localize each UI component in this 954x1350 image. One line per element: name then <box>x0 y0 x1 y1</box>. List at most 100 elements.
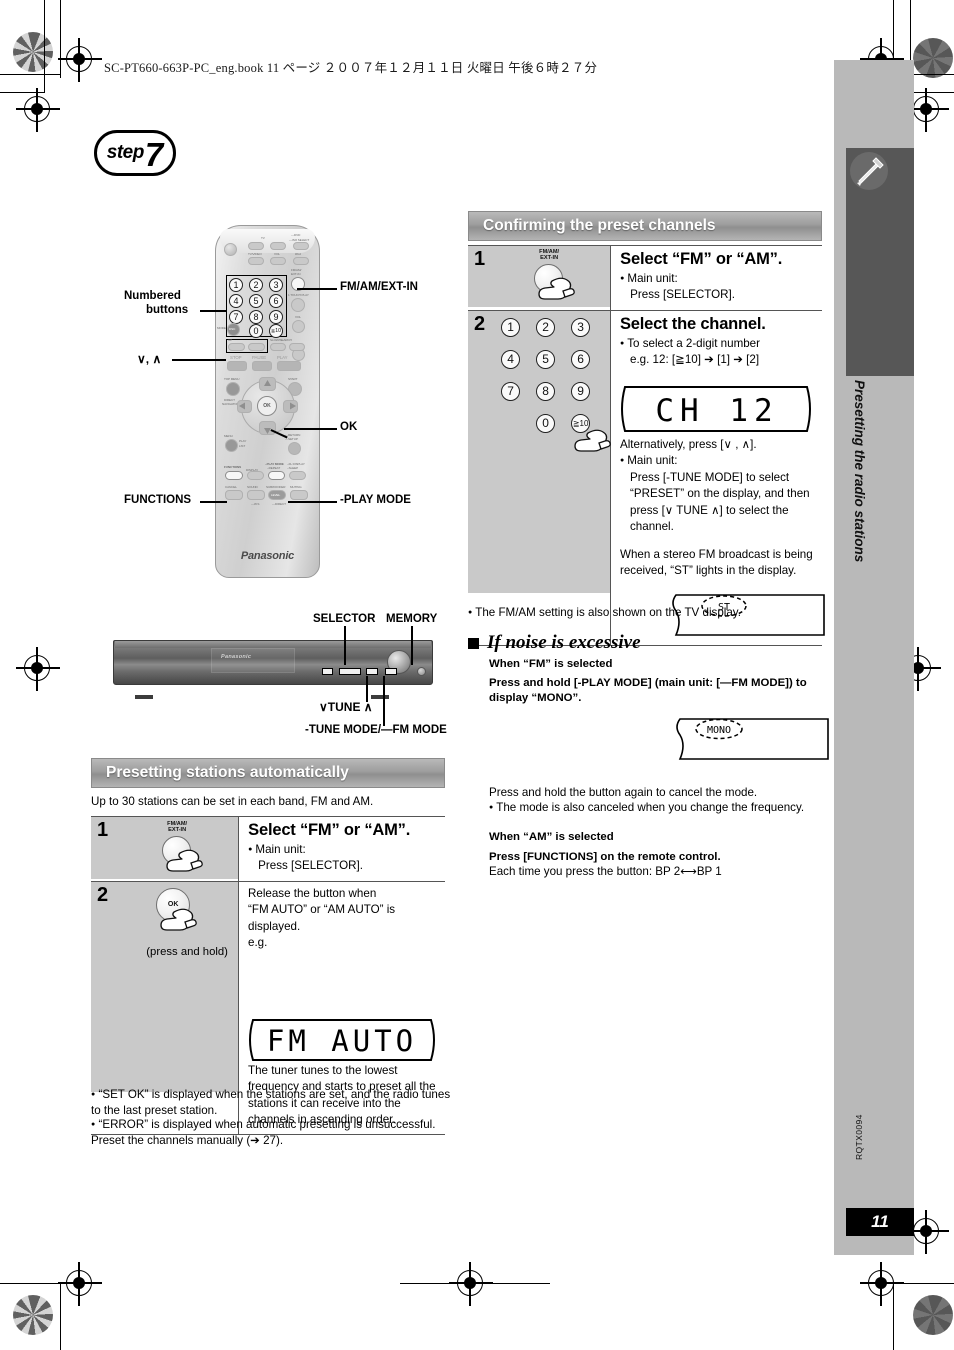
leader-ok <box>284 428 337 430</box>
leader-tune <box>366 676 368 702</box>
main-unit-foot-right <box>371 695 389 699</box>
side-tab-title: Presetting the radio stations <box>852 380 867 563</box>
left-step-1-number: 1 <box>97 819 109 841</box>
right-section-header: Confirming the preset channels <box>468 211 822 241</box>
dvd-select-button <box>293 242 309 250</box>
right-step-2-bullet-sub: e.g. 12: [≧10] ➔ [1] ➔ [2] <box>630 353 760 367</box>
vol-label-2: VOL <box>295 315 301 319</box>
skip-back-button <box>228 343 245 351</box>
noise-cancel-line: Press and hold the button again to cance… <box>489 786 758 799</box>
dpad-down <box>259 421 276 435</box>
play-list-label-2: LIST <box>239 444 246 448</box>
left-step-2-icon-caption: (press and hold) <box>146 945 228 958</box>
selector-button <box>322 668 333 675</box>
muting-face-label: MUTING <box>290 485 302 489</box>
left-step-2-line3: e.g. <box>248 936 268 950</box>
left-display-svg: FM AUTO <box>249 1018 435 1061</box>
left-step-1-bullet: Main unit: Press [SELECTOR]. <box>248 842 441 875</box>
tv-power-button <box>248 242 264 250</box>
vol-plus-button <box>292 320 305 333</box>
ipod-label: iPod <box>295 252 301 256</box>
left-step-2-icon: OK (press and hold) <box>108 882 238 1092</box>
noise-cancel-bullet: ● The mode is also canceled when you cha… <box>489 800 829 816</box>
left-note-2-text: “ERROR” is displayed when automatic pres… <box>91 1118 436 1148</box>
vol-up-button <box>270 242 286 250</box>
noise-am-subhead: When “AM” is selected <box>489 831 614 843</box>
noise-cancel-bullet-dot: ● <box>489 804 494 811</box>
right-step-2-bullet: To select a 2-digit number e.g. 12: [≧10… <box>620 336 818 369</box>
display-button <box>247 471 264 480</box>
right-step-2-bullet2-sub: Press [-TUNE MODE] to select “PRESET” on… <box>630 470 810 534</box>
page-number-box: 11 <box>846 1208 914 1236</box>
cancel-button <box>225 490 243 500</box>
menu-button <box>225 439 238 452</box>
right-step-2-bullet2-text: Main unit: <box>620 454 678 467</box>
right-step-2-keypad: 1 2 3 4 5 6 7 8 9 0 ≧10 <box>485 311 611 593</box>
one-touch-play-button <box>291 298 305 312</box>
noise-fm-subhead: When “FM” is selected <box>489 658 613 670</box>
left-step-2-number: 2 <box>97 883 109 906</box>
left-note-1-bullet: ● <box>91 1091 96 1098</box>
crop-line-top-left-h <box>0 74 60 76</box>
crop-line-bot-left-v <box>60 1283 62 1350</box>
dpad-up <box>259 377 276 391</box>
halftone-patch-top-left <box>13 32 53 72</box>
key-ge10: ≧10 <box>269 324 283 338</box>
noise-heading-square-icon <box>468 637 479 649</box>
tune-buttons <box>339 668 361 675</box>
left-step-1-hand-icon <box>166 849 203 872</box>
noise-heading: If noise is excessive <box>468 632 641 654</box>
right-step-row-2: 2 1 2 3 4 5 6 7 8 9 0 ≧10 Select the cha… <box>468 310 828 647</box>
pause-label: PAUSE <box>252 355 267 360</box>
ws-face-label: —W.S <box>251 502 260 506</box>
repeat-face-label: –REPEAT <box>267 466 281 470</box>
callout-selector: SELECTOR <box>313 613 376 625</box>
key-3: 3 <box>269 278 283 292</box>
key-5: 5 <box>249 294 263 308</box>
memory-button <box>385 668 397 675</box>
right-display-text: CH 12 <box>655 393 778 429</box>
callout-updown: ∨, ∧ <box>137 352 162 366</box>
step-number: 7 <box>144 135 164 173</box>
tv-video-label: TV/VIDEO <box>248 252 262 256</box>
callout-memory: MEMORY <box>386 613 438 625</box>
right-step-2-iconcell: 2 1 2 3 4 5 6 7 8 9 0 ≧10 <box>468 310 611 593</box>
right-step-1-iconcell: 1 FM/AM/ EXT-IN <box>468 246 610 307</box>
subwoofer-face-label: SUBWOOFER <box>266 485 286 489</box>
remote-control-illustration: TV —DVD —ISO SELECT TV/VIDEO VOL iPod FM… <box>215 225 325 580</box>
crop-line-left2-v <box>44 0 46 93</box>
tv-video-button <box>248 257 264 265</box>
main-unit-top-edge <box>115 641 431 648</box>
top-menu-button <box>226 382 240 396</box>
right-step-2-stereo-note: When a stereo FM broadcast is being rece… <box>620 547 813 577</box>
left-note-2-bullet: ● <box>91 1121 96 1128</box>
key-9: 9 <box>269 310 283 324</box>
crop-line-left-v <box>60 0 62 78</box>
menu-label: MENU <box>224 434 233 438</box>
left-step-2-iconcell: 2 OK (press and hold) <box>91 881 238 1092</box>
leader-selector <box>344 626 346 665</box>
ok-button: OK <box>257 396 277 416</box>
top-menu-label: TOP MENU <box>224 377 240 381</box>
left-step-1-bullet-sub: Press [SELECTOR]. <box>258 859 363 873</box>
main-unit-illustration: Panasonic <box>113 640 433 699</box>
key-6: 6 <box>269 294 283 308</box>
left-step-2-line1: Release the button when <box>248 886 377 900</box>
leader-fm-am-ext-in <box>297 288 337 290</box>
tune-mode-fm-mode-button <box>366 668 378 675</box>
crop-line-top-right2-h <box>910 92 954 94</box>
right-step-2-hand-icon <box>574 429 611 452</box>
right-step-1-bullet: Main unit: Press [SELECTOR]. <box>620 271 818 304</box>
step-word: step <box>106 142 145 163</box>
leader-functions <box>200 501 227 503</box>
key-8: 8 <box>249 310 263 324</box>
right-section-header-label: Confirming the preset channels <box>483 217 716 234</box>
left-display-text: FM AUTO <box>267 1024 417 1058</box>
noise-am-instruction: Press [FUNCTIONS] on the remote control. <box>489 851 721 863</box>
right-note: ● The FM/AM setting is also shown on the… <box>468 605 828 621</box>
file-stamp: SC-PT660-663P-PC_eng.book 11 ページ ２００７年１２… <box>104 61 598 75</box>
halftone-patch-bottom-right <box>913 1295 953 1335</box>
left-step-2-line2: “FM AUTO” or “AM AUTO” is displayed. <box>248 903 396 933</box>
right-step-row-1: 1 FM/AM/ EXT-IN Select “FM” or “AM”. Mai… <box>468 246 822 311</box>
document-code: RQTX0094 <box>854 1114 864 1160</box>
